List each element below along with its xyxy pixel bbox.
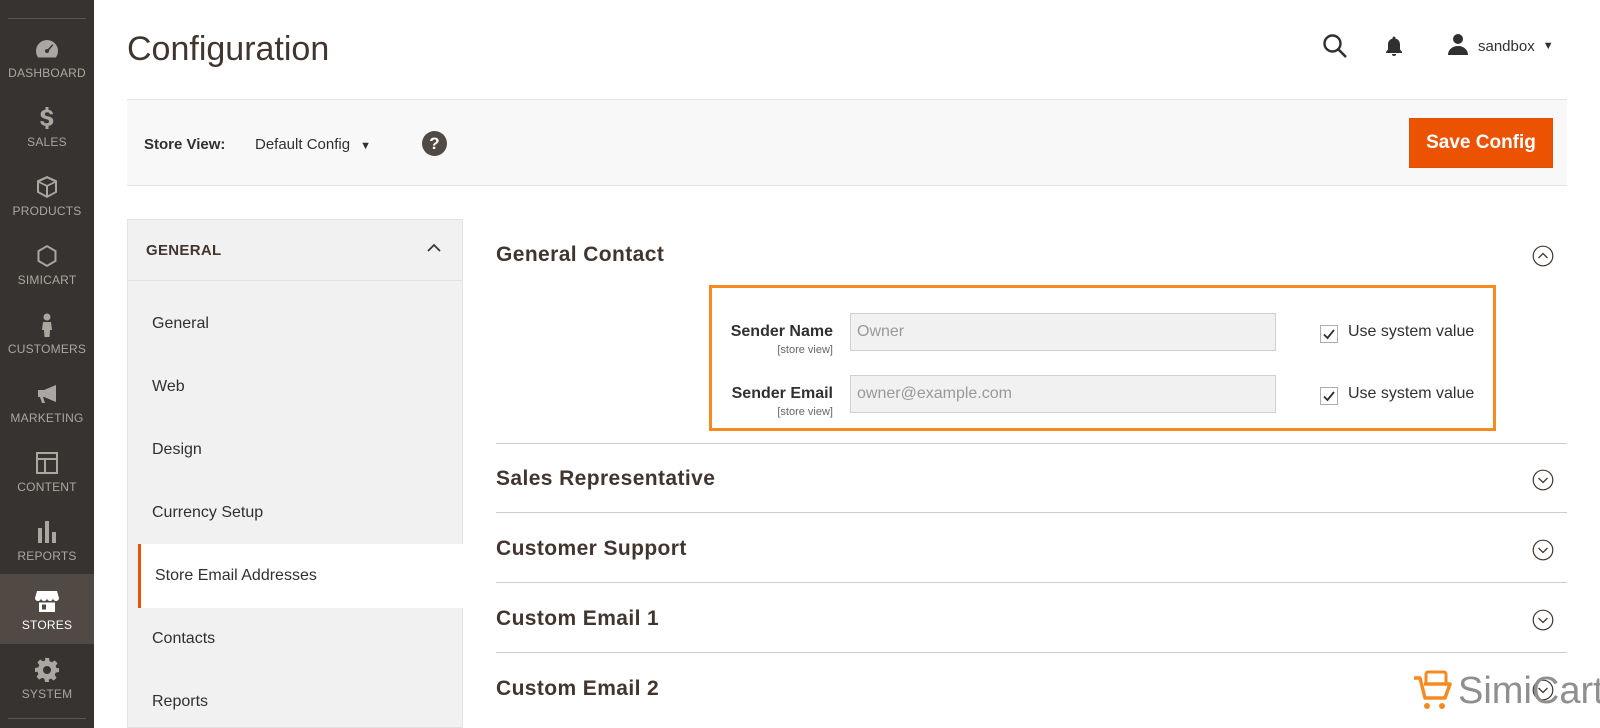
checkmark-icon bbox=[1323, 391, 1335, 402]
nav-item-simicart[interactable]: SIMICART bbox=[0, 229, 94, 299]
sidebar-item-general[interactable]: General bbox=[128, 292, 462, 356]
simicart-watermark-logo: SimiCart bbox=[1408, 668, 1600, 714]
section-title-custom-email-2[interactable]: Custom Email 2 bbox=[496, 677, 659, 701]
use-system-value-label[interactable]: Use system value bbox=[1348, 323, 1474, 341]
sender-email-input[interactable]: owner@example.com bbox=[850, 375, 1276, 413]
section-title-custom-email-1[interactable]: Custom Email 1 bbox=[496, 607, 659, 631]
field-label-sender-name: Sender Name bbox=[730, 323, 833, 340]
nav-item-customers[interactable]: CUSTOMERS bbox=[0, 298, 94, 368]
chevron-down-circle-icon[interactable] bbox=[1532, 609, 1554, 631]
nav-item-system[interactable]: SYSTEM bbox=[0, 643, 94, 713]
watermark-text: SimiCart bbox=[1458, 669, 1600, 712]
field-label-sender-email: Sender Email bbox=[731, 385, 833, 402]
megaphone-icon bbox=[0, 381, 94, 409]
sidebar-item-reports[interactable]: Reports bbox=[128, 670, 462, 728]
menu-divider-top bbox=[8, 18, 86, 19]
nav-item-label: CONTENT bbox=[17, 480, 77, 494]
field-scope: [store view] bbox=[777, 406, 833, 418]
section-divider bbox=[496, 582, 1567, 583]
menu-divider-bottom bbox=[8, 718, 86, 719]
layout-icon bbox=[0, 450, 94, 478]
store-view-value: Default Config bbox=[255, 136, 351, 153]
nav-item-products[interactable]: PRODUCTS bbox=[0, 160, 94, 230]
bell-icon[interactable] bbox=[1383, 35, 1405, 57]
page-title: Configuration bbox=[127, 30, 330, 68]
help-icon[interactable]: ? bbox=[422, 131, 447, 156]
nav-item-label: DASHBOARD bbox=[8, 66, 86, 80]
store-view-bar: Store View: Default Config ▼ ? Save Confi… bbox=[127, 99, 1567, 186]
nav-item-reports[interactable]: REPORTS bbox=[0, 505, 94, 575]
nav-item-label: REPORTS bbox=[17, 549, 77, 563]
save-config-button[interactable]: Save Config bbox=[1409, 118, 1553, 168]
config-sidebar: GENERAL General Web Design Currency Setu… bbox=[127, 219, 464, 728]
sender-name-input[interactable]: Owner bbox=[850, 313, 1276, 351]
section-title-customer-support[interactable]: Customer Support bbox=[496, 537, 687, 561]
chevron-down-circle-icon[interactable] bbox=[1532, 539, 1554, 561]
use-system-value-label[interactable]: Use system value bbox=[1348, 385, 1474, 403]
field-scope: [store view] bbox=[777, 344, 833, 356]
store-view-switcher[interactable]: Default Config ▼ bbox=[255, 136, 371, 153]
sidebar-item-design[interactable]: Design bbox=[128, 418, 462, 482]
nav-item-stores[interactable]: STORES bbox=[0, 574, 94, 644]
person-icon bbox=[0, 312, 94, 340]
cart-icon bbox=[1414, 670, 1452, 709]
storefront-icon bbox=[0, 588, 94, 616]
sidebar-item-web[interactable]: Web bbox=[128, 355, 462, 419]
config-group-title: GENERAL bbox=[146, 242, 222, 259]
user-icon bbox=[1446, 32, 1478, 60]
search-icon[interactable] bbox=[1322, 33, 1348, 59]
nav-item-label: PRODUCTS bbox=[12, 204, 82, 218]
user-name: sandbox bbox=[1478, 37, 1535, 55]
cube-icon bbox=[0, 174, 94, 202]
chevron-up-circle-icon[interactable] bbox=[1532, 245, 1554, 267]
nav-item-dashboard[interactable]: DASHBOARD bbox=[0, 22, 94, 92]
section-divider bbox=[496, 512, 1567, 513]
nav-item-sales[interactable]: SALES bbox=[0, 91, 94, 161]
nav-item-label: CUSTOMERS bbox=[7, 342, 87, 356]
chevron-up-icon bbox=[427, 243, 441, 252]
chevron-down-icon: ▼ bbox=[360, 140, 371, 152]
sidebar-item-store-email-addresses[interactable]: Store Email Addresses bbox=[138, 544, 464, 608]
admin-menu: DASHBOARD SALES PRODUCTS SIMICART CUSTOM… bbox=[0, 0, 94, 728]
checkmark-icon bbox=[1323, 329, 1335, 340]
nav-item-label: SYSTEM bbox=[21, 687, 73, 701]
nav-item-label: MARKETING bbox=[10, 411, 84, 425]
chevron-down-circle-icon[interactable] bbox=[1532, 469, 1554, 491]
nav-item-label: STORES bbox=[21, 618, 73, 632]
section-title-sales-representative[interactable]: Sales Representative bbox=[496, 467, 715, 491]
section-title-general-contact[interactable]: General Contact bbox=[496, 243, 664, 267]
use-system-value-checkbox[interactable] bbox=[1320, 387, 1338, 405]
store-view-label: Store View: bbox=[144, 136, 226, 153]
dollar-icon bbox=[0, 105, 94, 133]
nav-item-marketing[interactable]: MARKETING bbox=[0, 367, 94, 437]
sidebar-item-contacts[interactable]: Contacts bbox=[128, 607, 462, 671]
section-divider bbox=[496, 443, 1567, 444]
gear-icon bbox=[0, 657, 94, 685]
nav-item-label: SIMICART bbox=[17, 273, 77, 287]
user-menu[interactable]: sandbox ▼ bbox=[1446, 33, 1554, 59]
chevron-down-icon: ▼ bbox=[1542, 40, 1554, 52]
config-group-header[interactable]: GENERAL bbox=[128, 220, 462, 281]
nav-item-content[interactable]: CONTENT bbox=[0, 436, 94, 506]
dashboard-icon bbox=[0, 36, 94, 64]
sidebar-item-currency-setup[interactable]: Currency Setup bbox=[128, 481, 462, 545]
section-divider bbox=[496, 652, 1567, 653]
nav-item-label: SALES bbox=[27, 135, 67, 149]
use-system-value-checkbox[interactable] bbox=[1320, 325, 1338, 343]
hexagon-icon bbox=[0, 243, 94, 271]
bar-chart-icon bbox=[0, 519, 94, 547]
